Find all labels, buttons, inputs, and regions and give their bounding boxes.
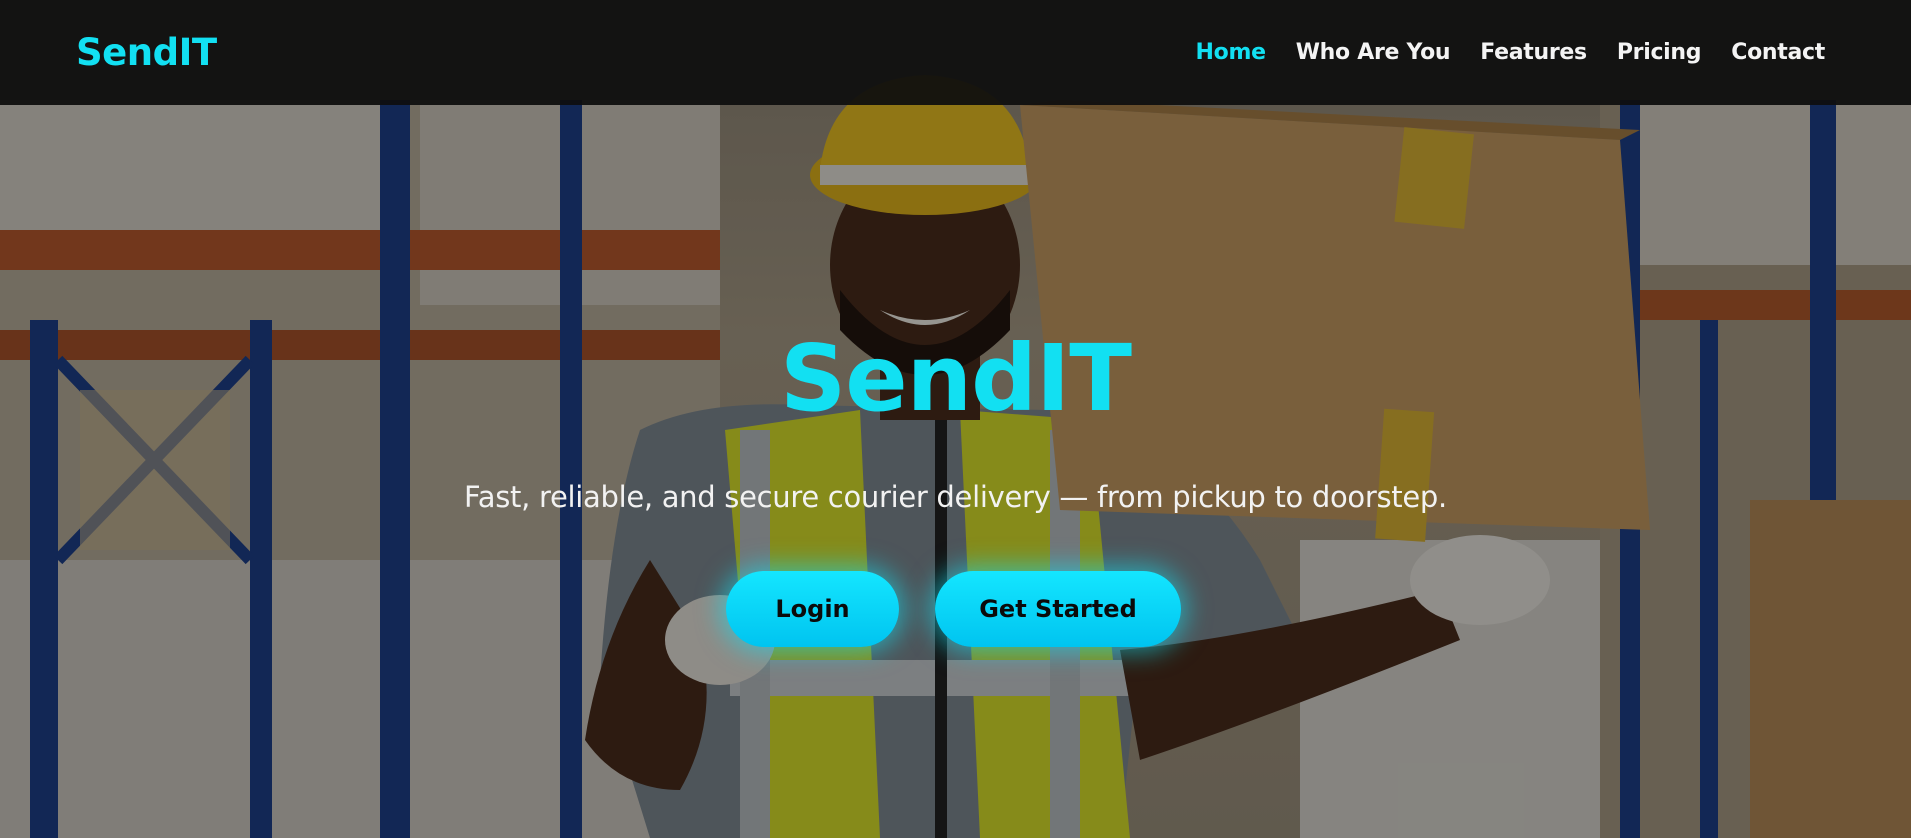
brand-logo[interactable]: SendIT xyxy=(76,31,217,74)
hero-cta-row: Login Get Started xyxy=(0,571,1911,647)
nav-link-contact[interactable]: Contact xyxy=(1731,40,1825,65)
login-button[interactable]: Login xyxy=(726,571,899,647)
nav-link-who-are-you[interactable]: Who Are You xyxy=(1296,40,1451,65)
nav-link-pricing[interactable]: Pricing xyxy=(1617,40,1702,65)
nav-link-features[interactable]: Features xyxy=(1480,40,1587,65)
hero-title: SendIT xyxy=(780,325,1132,432)
top-navbar: SendIT Home Who Are You Features Pricing… xyxy=(0,0,1911,105)
nav-link-home[interactable]: Home xyxy=(1196,40,1266,65)
nav-links: Home Who Are You Features Pricing Contac… xyxy=(1196,40,1826,65)
get-started-button[interactable]: Get Started xyxy=(935,571,1181,647)
hero-subtitle: Fast, reliable, and secure courier deliv… xyxy=(464,480,1447,514)
